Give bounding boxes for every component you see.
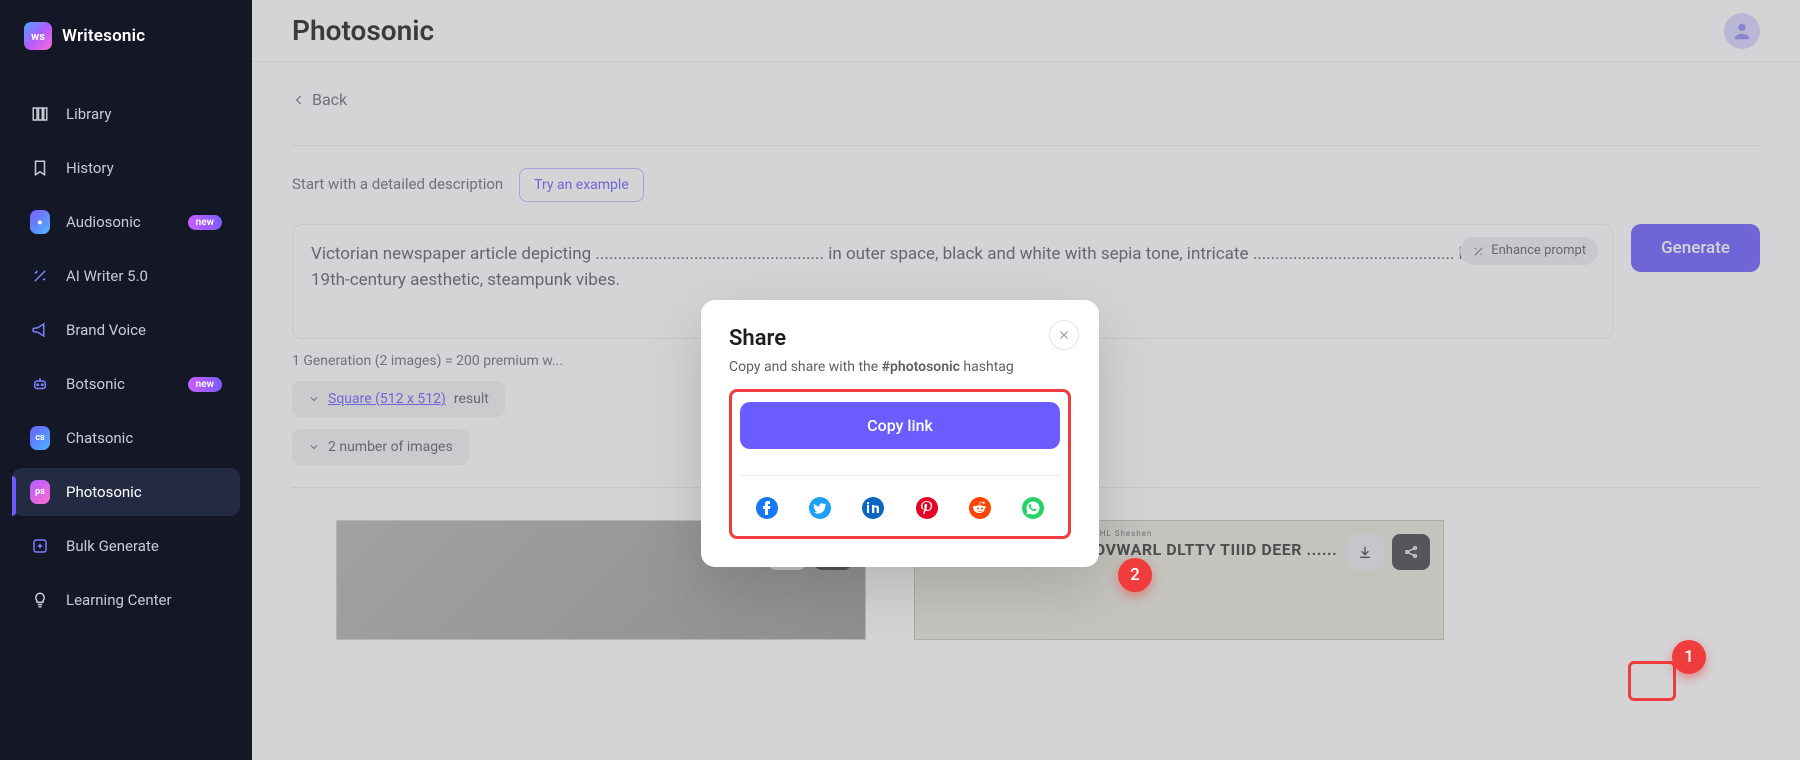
sidebar-item-label: Chatsonic [66, 429, 133, 447]
twitter-icon[interactable] [808, 496, 832, 520]
close-icon [1057, 328, 1071, 342]
facebook-icon[interactable] [755, 496, 779, 520]
bulb-icon [30, 590, 50, 610]
voice-icon: ● [30, 212, 50, 232]
plus-square-icon [30, 536, 50, 556]
sidebar-item-ai-writer[interactable]: AI Writer 5.0 [12, 252, 240, 300]
sidebar-item-photosonic[interactable]: ps Photosonic [12, 468, 240, 516]
sidebar-item-history[interactable]: History [12, 144, 240, 192]
copy-link-button[interactable]: Copy link [740, 402, 1060, 449]
sidebar-item-label: Bulk Generate [66, 537, 159, 555]
linkedin-icon[interactable] [861, 496, 885, 520]
sidebar-item-label: AI Writer 5.0 [66, 267, 148, 285]
whatsapp-icon[interactable] [1021, 496, 1045, 520]
sidebar-item-label: Audiosonic [66, 213, 141, 231]
modal-subtitle: Copy and share with the #photosonic hash… [729, 359, 1071, 375]
robot-icon [30, 374, 50, 394]
sidebar-item-botsonic[interactable]: Botsonic new [12, 360, 240, 408]
social-share-row [740, 475, 1060, 520]
new-badge: new [188, 377, 222, 392]
sidebar-item-chatsonic[interactable]: cs Chatsonic [12, 414, 240, 462]
tutorial-step-2-badge: 2 [1118, 558, 1152, 592]
sidebar-nav: Library History ● Audiosonic new AI Writ… [0, 90, 252, 624]
sidebar-item-brand-voice[interactable]: Brand Voice [12, 306, 240, 354]
bookmark-icon [30, 158, 50, 178]
share-modal: Share Copy and share with the #photosoni… [701, 300, 1099, 567]
tutorial-highlight-2: Copy link [729, 389, 1071, 539]
pinterest-icon[interactable] [915, 496, 939, 520]
brand-logo[interactable]: ws Writesonic [0, 0, 252, 90]
megaphone-icon [30, 320, 50, 340]
sidebar-item-label: Learning Center [66, 591, 172, 609]
sidebar: ws Writesonic Library History ● Audioson… [0, 0, 252, 760]
sidebar-item-bulk-generate[interactable]: Bulk Generate [12, 522, 240, 570]
tutorial-step-1-badge: 1 [1672, 640, 1706, 674]
brand-name: Writesonic [62, 26, 145, 46]
sidebar-item-label: Brand Voice [66, 321, 146, 339]
active-indicator [12, 476, 16, 516]
sidebar-item-label: Library [66, 105, 111, 123]
sidebar-item-label: Photosonic [66, 483, 142, 501]
sidebar-item-label: History [66, 159, 114, 177]
close-button[interactable] [1049, 320, 1079, 350]
sidebar-item-label: Botsonic [66, 375, 125, 393]
columns-icon [30, 104, 50, 124]
sidebar-item-learning-center[interactable]: Learning Center [12, 576, 240, 624]
brand-mark: ws [24, 22, 52, 50]
new-badge: new [188, 215, 222, 230]
modal-title: Share [729, 326, 1071, 351]
reddit-icon[interactable] [968, 496, 992, 520]
sidebar-item-library[interactable]: Library [12, 90, 240, 138]
magic-icon [30, 266, 50, 286]
cs-badge-icon: cs [30, 428, 50, 448]
sidebar-item-audiosonic[interactable]: ● Audiosonic new [12, 198, 240, 246]
ps-badge-icon: ps [30, 482, 50, 502]
